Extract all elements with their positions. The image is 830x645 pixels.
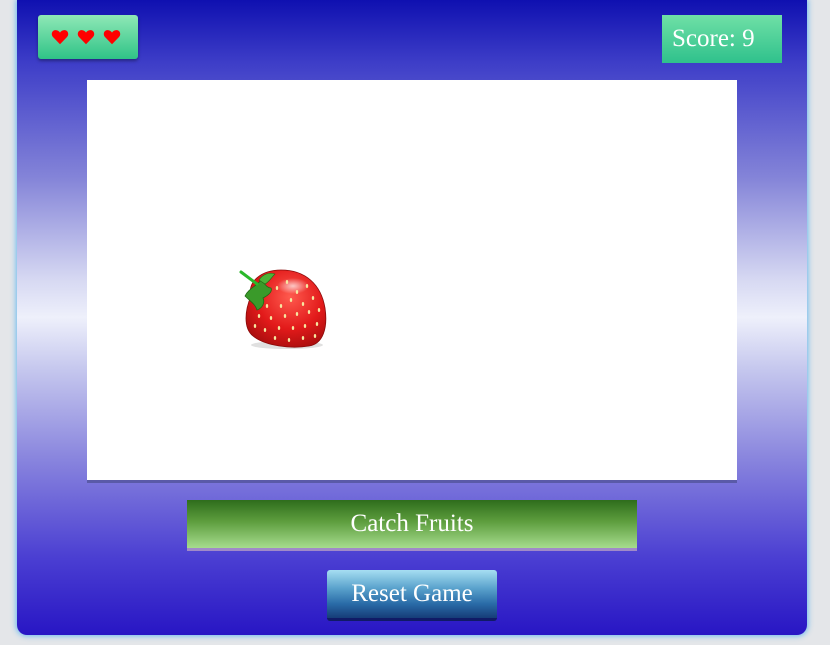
game-title: Catch Fruits [187,500,637,551]
strawberry-icon[interactable] [237,266,333,352]
game-frame: Score: 9 Catch Fruits Reset Game [17,0,807,635]
score-display: Score: 9 [662,15,782,63]
lives-indicator [38,15,138,59]
heart-icon [51,30,69,45]
score-text: Score: 9 [672,25,755,52]
heart-icon [77,30,95,45]
heart-icon [103,30,121,45]
play-area[interactable] [87,80,737,483]
reset-game-button[interactable]: Reset Game [327,570,497,621]
